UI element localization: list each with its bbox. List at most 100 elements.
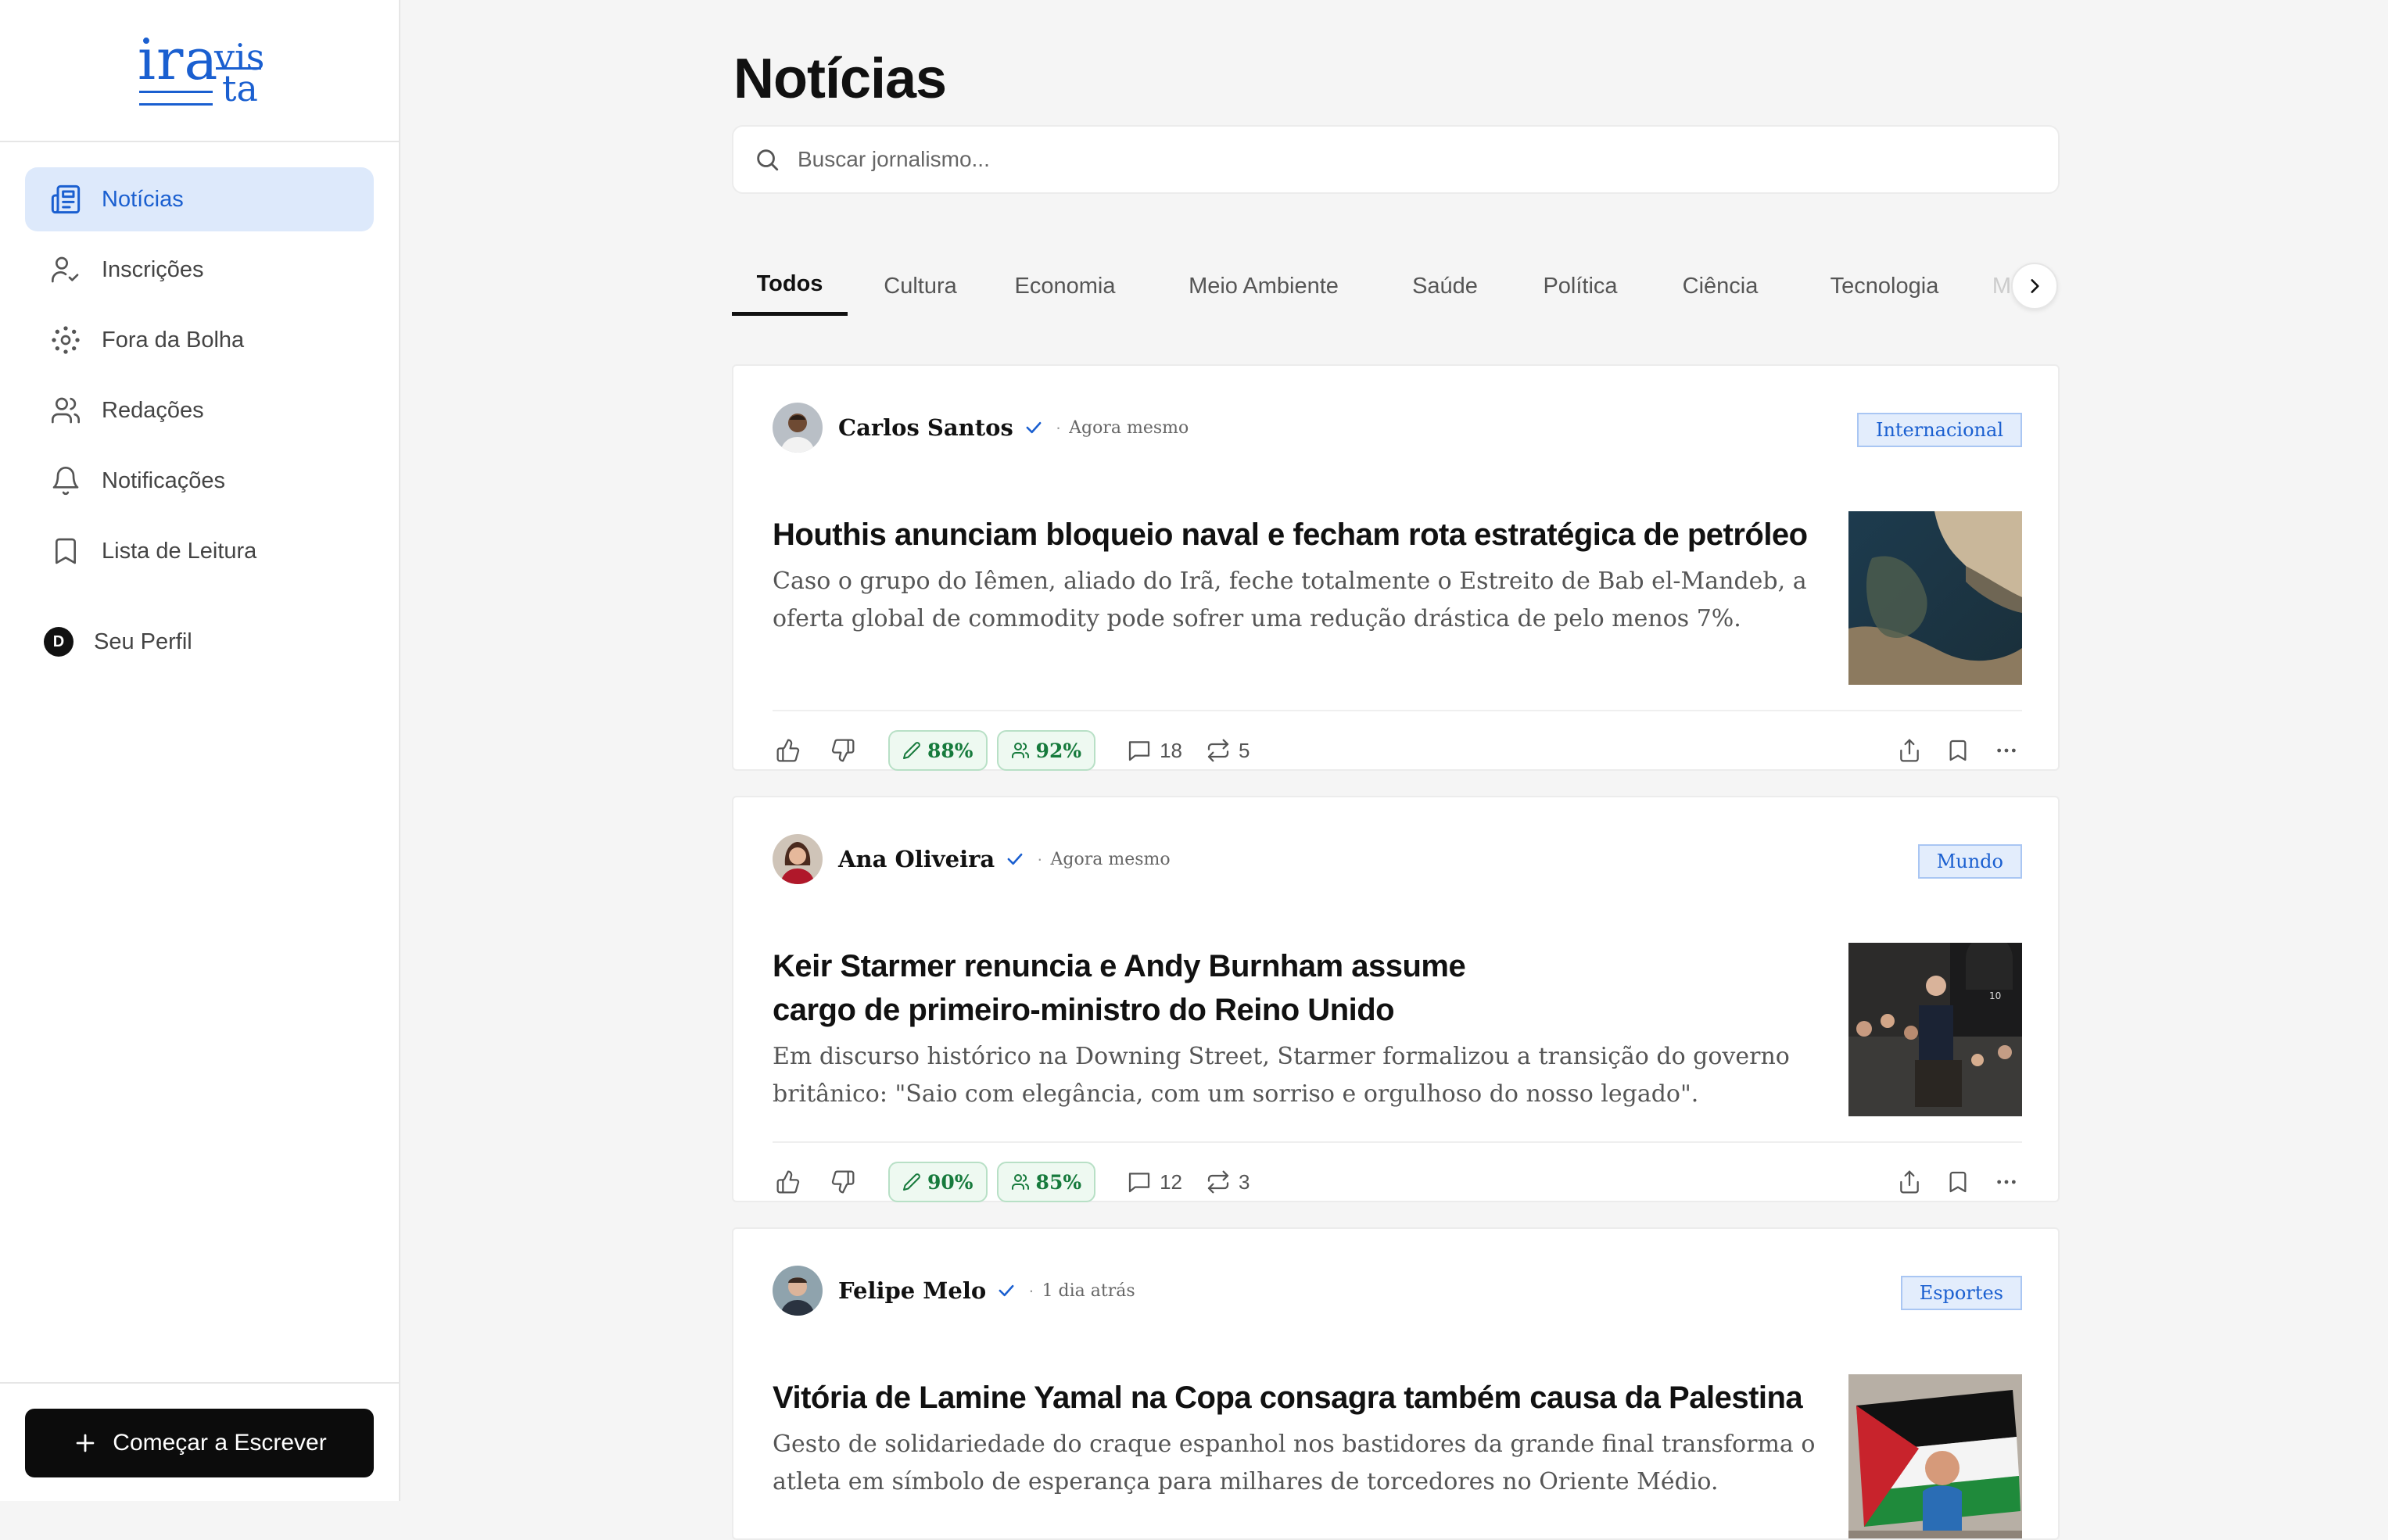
- quality-score-badge[interactable]: 90%: [888, 1162, 988, 1202]
- users-icon: [1011, 743, 1029, 758]
- reposts-count: 3: [1239, 1169, 1250, 1194]
- page-title: Notícias: [733, 48, 947, 110]
- tab-economia[interactable]: Economia: [1006, 256, 1124, 316]
- article-headline[interactable]: Houthis anunciam bloqueio naval e fecham…: [773, 513, 1836, 557]
- audience-score-value: 92%: [1035, 739, 1082, 762]
- article-card[interactable]: Ana Oliveira · Agora mesmo Mundo Keir St…: [732, 796, 2060, 1202]
- separator-dot: ·: [1055, 417, 1062, 437]
- quality-score-badge[interactable]: 88%: [888, 730, 988, 771]
- author-avatar[interactable]: [773, 403, 823, 453]
- quality-score-value: 88%: [927, 739, 973, 762]
- thumbs-down-icon: [831, 1170, 855, 1194]
- user-check-icon: [51, 256, 79, 283]
- more-options-button[interactable]: [1991, 735, 2022, 766]
- thumbs-down-icon: [831, 739, 855, 762]
- article-time: Agora mesmo: [1069, 417, 1189, 438]
- tab-politica[interactable]: Política: [1537, 256, 1623, 316]
- logo-text-ta: ta: [222, 67, 258, 109]
- start-writing-button[interactable]: Começar a Escrever: [25, 1409, 374, 1477]
- logo-rule: [216, 67, 261, 70]
- bookmark-icon: [1949, 1171, 1967, 1193]
- users-icon: [1011, 1174, 1029, 1190]
- category-tag[interactable]: Internacional: [1856, 413, 2022, 447]
- repost-icon: [1207, 1170, 1229, 1194]
- tab-meio-ambiente[interactable]: Meio Ambiente: [1179, 256, 1348, 316]
- tab-todos[interactable]: Todos: [732, 256, 848, 316]
- comments-button[interactable]: 12: [1127, 1169, 1182, 1194]
- tab-ciencia[interactable]: Ciência: [1676, 256, 1764, 316]
- save-button[interactable]: [1942, 1166, 1974, 1198]
- article-time: Agora mesmo: [1050, 849, 1171, 869]
- sidebar-item-redacoes[interactable]: Redações: [25, 378, 374, 442]
- thumbs-up-icon: [776, 739, 800, 762]
- share-button[interactable]: [1894, 1166, 1925, 1198]
- dislike-button[interactable]: [827, 735, 859, 766]
- article-author: Ana Oliveira · Agora mesmo: [773, 833, 1171, 885]
- author-name[interactable]: Felipe Melo: [838, 1277, 986, 1304]
- search-bar[interactable]: [732, 125, 2060, 194]
- share-button[interactable]: [1894, 735, 1925, 766]
- more-options-button[interactable]: [1991, 1166, 2022, 1198]
- tab-saude[interactable]: Saúde: [1407, 256, 1483, 316]
- repost-button[interactable]: 5: [1206, 738, 1250, 763]
- article-actions-right: [1877, 1160, 2022, 1204]
- sidebar-item-noticias[interactable]: Notícias: [25, 167, 374, 231]
- card-divider: [773, 1141, 2022, 1143]
- audience-score-badge[interactable]: 85%: [996, 1162, 1096, 1202]
- dislike-button[interactable]: [827, 1166, 859, 1198]
- verified-check-icon: [999, 1284, 1014, 1297]
- bookmark-icon: [56, 538, 76, 564]
- sidebar-item-inscricoes[interactable]: Inscrições: [25, 238, 374, 302]
- card-divider: [773, 710, 2022, 711]
- start-writing-label: Começar a Escrever: [113, 1430, 327, 1456]
- article-card[interactable]: Felipe Melo · 1 dia atrás Esportes Vitór…: [732, 1227, 2060, 1540]
- author-name[interactable]: Carlos Santos: [838, 414, 1013, 441]
- author-avatar[interactable]: [773, 1266, 823, 1316]
- pencil-icon: [903, 742, 920, 759]
- article-thumbnail[interactable]: [1848, 511, 2022, 685]
- sidebar-item-notificacoes[interactable]: Notificações: [25, 449, 374, 513]
- article-actions: 88% 92% 18 5: [773, 729, 2022, 772]
- quality-score-value: 90%: [927, 1170, 973, 1194]
- repost-button[interactable]: 3: [1206, 1169, 1250, 1194]
- newspaper-icon: [51, 184, 81, 214]
- sidebar: ira vis ta Notícias Inscrições Fora da B…: [0, 0, 400, 1501]
- article-headline[interactable]: Vitória de Lamine Yamal na Copa consagra…: [773, 1376, 1836, 1420]
- like-button[interactable]: [773, 1166, 804, 1198]
- bookmark-icon: [1949, 740, 1967, 761]
- like-button[interactable]: [773, 735, 804, 766]
- sidebar-item-lista-de-leitura[interactable]: Lista de Leitura: [25, 519, 374, 583]
- article-thumbnail[interactable]: 10: [1848, 943, 2022, 1116]
- article-author: Carlos Santos · Agora mesmo: [773, 402, 1189, 453]
- tab-cultura[interactable]: Cultura: [870, 256, 971, 316]
- article-excerpt: Gesto de solidariedade do craque espanho…: [773, 1431, 1816, 1495]
- author-avatar[interactable]: [773, 834, 823, 884]
- logo-area: ira vis ta: [0, 0, 399, 142]
- separator-dot: ·: [1028, 1280, 1034, 1300]
- sidebar-item-fora-da-bolha[interactable]: Fora da Bolha: [25, 308, 374, 372]
- comments-count: 12: [1160, 1169, 1183, 1194]
- save-button[interactable]: [1942, 735, 1974, 766]
- author-name[interactable]: Ana Oliveira: [838, 846, 995, 872]
- tabs-scroll-next-button[interactable]: [2011, 263, 2058, 310]
- tab-more[interactable]: M: [1994, 256, 2010, 316]
- article-thumbnail[interactable]: [1848, 1374, 2022, 1538]
- article-card[interactable]: Carlos Santos · Agora mesmo Internaciona…: [732, 364, 2060, 771]
- tab-tecnologia[interactable]: Tecnologia: [1817, 256, 1952, 316]
- sidebar-item-label: Lista de Leitura: [102, 538, 257, 564]
- svg-text:10: 10: [1989, 990, 2001, 1001]
- comments-button[interactable]: 18: [1127, 738, 1182, 763]
- article-headline[interactable]: Keir Starmer renuncia e Andy Burnham ass…: [773, 944, 1508, 1032]
- thumbs-up-icon: [776, 1170, 800, 1194]
- sidebar-footer: Começar a Escrever: [0, 1382, 399, 1501]
- category-tag[interactable]: Esportes: [1900, 1276, 2022, 1310]
- iravista-logo[interactable]: ira vis ta: [138, 28, 264, 114]
- logo-rule: [139, 103, 213, 106]
- category-tag[interactable]: Mundo: [1917, 844, 2022, 879]
- search-input[interactable]: [798, 147, 1970, 172]
- comments-count: 18: [1160, 738, 1183, 762]
- article-actions: 90% 85% 12 3: [773, 1160, 2022, 1204]
- audience-score-badge[interactable]: 92%: [996, 730, 1096, 771]
- avatar: D: [44, 627, 74, 657]
- profile-link[interactable]: D Seu Perfil: [44, 627, 192, 657]
